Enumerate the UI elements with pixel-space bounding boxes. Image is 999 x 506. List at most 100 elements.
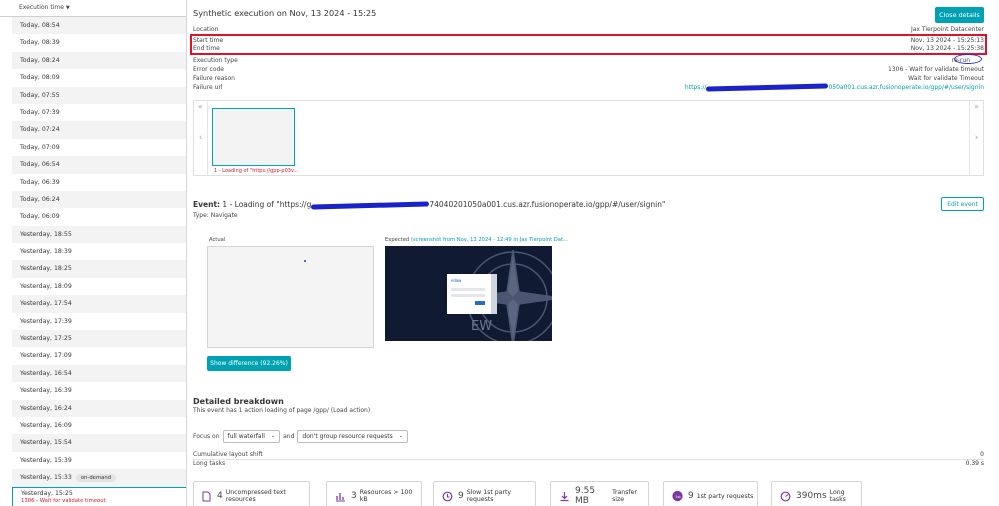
execution-list-item[interactable]: Yesterday, 15:54: [12, 434, 186, 452]
metric-value: 390ms: [796, 491, 827, 501]
double-chevron-right-icon[interactable]: »: [974, 102, 979, 111]
execution-list-item[interactable]: Yesterday, 16:24: [12, 399, 186, 417]
expected-screenshot-art: EW ellaw: [447, 249, 552, 341]
focus-row: Focus on full waterfall ⌄ and don't grou…: [193, 429, 411, 443]
cls-label: Cumulative layout shift: [193, 451, 263, 458]
expected-screenshot-link[interactable]: (screenshot from Nov, 13 2024 - 12:49 in…: [411, 237, 568, 243]
actual-screenshot[interactable]: [207, 246, 374, 348]
execution-time: Today, 06:24: [20, 195, 60, 203]
execution-list-item[interactable]: Today, 08:09: [12, 69, 186, 86]
metric-tile[interactable]: 4 Uncompressed text resources: [193, 481, 310, 506]
execution-list-item[interactable]: Yesterday, 17:39: [12, 313, 186, 330]
edit-event-button[interactable]: Edit event: [941, 197, 984, 211]
resources-icon: [335, 491, 346, 502]
execution-list-item[interactable]: Yesterday, 15:39: [12, 452, 186, 469]
execution-list-item[interactable]: Today, 07:55: [12, 86, 186, 104]
grouping-select[interactable]: don't group resource requests ⌄: [297, 429, 408, 443]
execution-time: Yesterday, 18:09: [20, 282, 72, 290]
carousel-next-button[interactable]: » ›: [969, 101, 983, 175]
execution-time: Today, 06:39: [20, 178, 60, 186]
execution-list-item[interactable]: Today, 08:24: [12, 51, 186, 70]
expected-screenshot[interactable]: EW ellaw: [385, 246, 552, 341]
metric-tile[interactable]: 390ms Long tasks: [771, 481, 862, 506]
execution-list-item[interactable]: Yesterday, 15:25 1306 - Wait for validate…: [12, 486, 186, 506]
chevron-right-icon[interactable]: ›: [975, 133, 979, 143]
grouping-select-value: don't group resource requests: [302, 432, 393, 440]
waterfall-select-value: full waterfall: [227, 432, 265, 440]
focus-label: Focus on: [193, 432, 220, 440]
chevron-left-icon[interactable]: ‹: [199, 133, 203, 143]
event-label: Event:: [193, 200, 221, 209]
execution-list-item[interactable]: Today, 06:09: [12, 208, 186, 225]
loading-dot: [304, 260, 306, 262]
on-demand-badge: on-demand: [75, 474, 117, 483]
metric-tile[interactable]: 9.55 MB Transfer size: [550, 481, 649, 506]
failure-url-link[interactable]: https:// 050a001.cus.azr.fusionoperate.io…: [684, 83, 984, 92]
execution-error: 1306 - Wait for validate timeout: [21, 497, 106, 504]
execution-list-item[interactable]: Today, 06:24: [12, 190, 186, 209]
execution-list-item[interactable]: Yesterday, 18:09: [12, 278, 186, 295]
execution-time: Yesterday, 16:39: [20, 387, 72, 395]
error-code-row: Error code 1306 - Wait for validate time…: [193, 66, 984, 73]
execution-list-item[interactable]: Today, 06:39: [12, 174, 186, 191]
execution-list-item[interactable]: Today, 07:09: [12, 139, 186, 156]
execution-time: Today, 06:54: [20, 161, 60, 169]
chevron-down-icon: ⌄: [398, 433, 403, 439]
execution-time: Yesterday, 17:09: [20, 352, 72, 360]
execution-time: Today, 07:09: [20, 143, 60, 151]
execution-list-item[interactable]: Yesterday, 17:54: [12, 295, 186, 313]
actual-label: Actual: [209, 237, 226, 243]
sort-down-icon: ▼: [65, 5, 70, 11]
speedometer-icon: [780, 491, 791, 502]
failure-url-start: https://: [684, 84, 707, 91]
execution-list-item[interactable]: Yesterday, 18:39: [12, 243, 186, 260]
execution-time: Yesterday, 15:54: [20, 439, 72, 447]
metric-tile[interactable]: 3 Resources > 100 kB: [326, 481, 422, 506]
failure-url-row: Failure url https:// 050a001.cus.azr.fusi…: [193, 83, 984, 92]
execution-list-item[interactable]: Today, 08:54: [12, 17, 186, 35]
execution-list-item[interactable]: Yesterday, 18:55: [12, 225, 186, 244]
cls-value: 0: [980, 451, 984, 458]
execution-list-item[interactable]: Today, 07:39: [12, 104, 186, 121]
metric-label: Slow 1st party requests: [466, 489, 512, 503]
screenshot-thumbnail[interactable]: [212, 108, 295, 166]
metric-value: 9: [458, 491, 464, 501]
execution-list-item[interactable]: Yesterday, 16:54: [12, 364, 186, 383]
clock-icon: [442, 491, 453, 502]
failure-url-end: 050a001.cus.azr.fusionoperate.io/gpp/#/u…: [828, 84, 984, 91]
execution-list-item[interactable]: Yesterday, 16:09: [12, 417, 186, 434]
execution-list-item[interactable]: Today, 07:24: [12, 121, 186, 139]
execution-time-sort-header[interactable]: Execution time ▼: [0, 0, 186, 17]
double-chevron-left-icon[interactable]: «: [198, 102, 203, 111]
execution-type-row: Execution type re-run: [193, 57, 984, 64]
execution-list-item[interactable]: Yesterday, 17:25: [12, 330, 186, 348]
execution-list-item[interactable]: Yesterday, 16:39: [12, 382, 186, 399]
execution-list-item[interactable]: Yesterday, 17:09: [12, 347, 186, 364]
execution-time: Yesterday, 18:25: [20, 265, 72, 273]
long-tasks-value: 0.39 s: [965, 460, 984, 467]
error-code-value: 1306 - Wait for validate timeout: [888, 66, 984, 73]
metric-tile[interactable]: 1st 9 1st party requests: [663, 481, 758, 506]
failure-url-label: Failure url: [193, 84, 223, 91]
page-title: Synthetic execution on Nov, 13 2024 - 15…: [193, 8, 377, 18]
event-title-end: 74040201050a001.cus.azr.fusionoperate.io…: [429, 200, 666, 209]
expected-label: Expected (screenshot from Nov, 13 2024 -…: [385, 237, 568, 243]
waterfall-select[interactable]: full waterfall ⌄: [222, 429, 281, 443]
show-difference-button[interactable]: Show difference (92.26%): [207, 356, 291, 371]
execution-list-item[interactable]: Yesterday, 18:25: [12, 260, 186, 278]
metric-tile[interactable]: 9 Slow 1st party requests: [433, 481, 536, 506]
execution-list-item[interactable]: Today, 06:54: [12, 156, 186, 174]
execution-time: Yesterday, 16:09: [20, 421, 72, 429]
breakdown-title: Detailed breakdown: [193, 397, 284, 406]
execution-sidebar: Execution time ▼ Today, 08:54 Today, 08:3…: [0, 0, 187, 506]
execution-list-item[interactable]: Today, 08:39: [12, 34, 186, 51]
execution-list-item[interactable]: Yesterday, 15:33 on-demand: [12, 469, 186, 487]
execution-time: Yesterday, 16:54: [20, 369, 72, 377]
metric-label: Transfer size: [612, 489, 637, 503]
carousel-prev-button[interactable]: « ‹: [194, 101, 208, 175]
execution-details: Synthetic execution on Nov, 13 2024 - 15…: [190, 0, 993, 506]
close-details-button[interactable]: Close details: [935, 7, 984, 23]
metric-label: Resources > 100 kB: [359, 489, 413, 503]
execution-time: Yesterday, 15:25: [21, 489, 73, 497]
execution-time: Yesterday, 17:39: [20, 317, 72, 325]
